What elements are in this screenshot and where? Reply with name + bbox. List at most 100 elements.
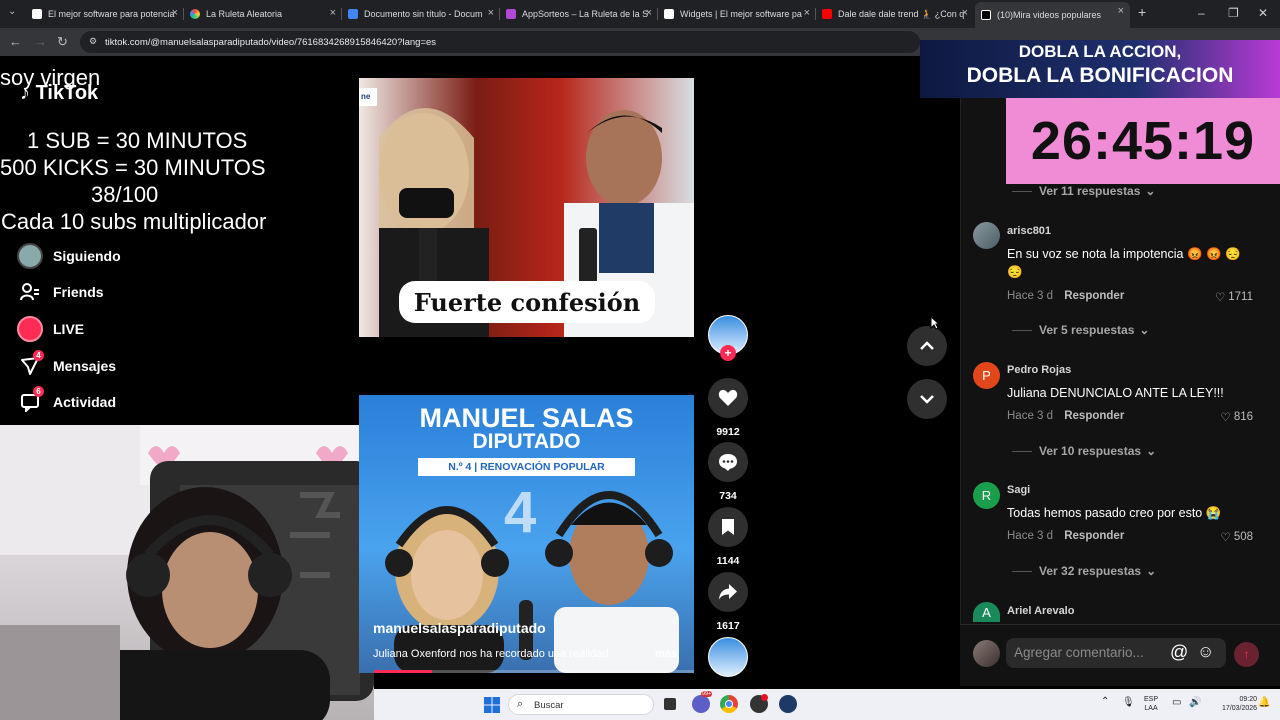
- avatar-icon: [16, 242, 44, 270]
- site-info-icon[interactable]: ⚙: [89, 36, 97, 47]
- comment-input[interactable]: Agregar comentario... @ ☺: [1006, 638, 1226, 668]
- clock-time: 09:20: [1239, 696, 1258, 703]
- video-current[interactable]: MANUEL SALAS DIPUTADO N.º 4 | RENOVACIÓN…: [359, 395, 694, 673]
- reply-button[interactable]: Responder: [1064, 290, 1124, 302]
- tiktok-icon: [981, 10, 991, 20]
- close-icon[interactable]: ×: [172, 7, 178, 19]
- tab-3[interactable]: Documento sin título - Docum ×: [348, 4, 496, 24]
- comment-like-button[interactable]: ♡ 508: [1221, 530, 1254, 544]
- reply-button[interactable]: Responder: [1064, 410, 1124, 422]
- comment-avatar[interactable]: [973, 222, 1000, 249]
- view-replies-button[interactable]: Ver 5 respuestas ⌄: [1012, 323, 1149, 337]
- steam-icon[interactable]: [779, 695, 797, 713]
- view-replies-button[interactable]: Ver 10 respuestas ⌄: [1012, 444, 1156, 458]
- close-icon[interactable]: ×: [962, 7, 968, 19]
- tab-label: Dale dale dale trend 🧎 ¿Con q: [838, 8, 965, 19]
- comment-avatar[interactable]: P: [973, 362, 1000, 389]
- comment-username[interactable]: Ariel Arevalo: [1007, 605, 1074, 617]
- view-replies-button[interactable]: Ver 32 respuestas ⌄: [1012, 564, 1156, 578]
- close-icon[interactable]: ×: [804, 7, 810, 19]
- chat-icon[interactable]: 99+: [692, 691, 713, 713]
- windows-start-icon[interactable]: [484, 697, 500, 713]
- window-close-icon[interactable]: ✕: [1258, 6, 1268, 20]
- author-avatar-button[interactable]: +: [708, 315, 748, 361]
- post-comment-button[interactable]: ↑: [1234, 642, 1259, 667]
- view-replies-button[interactable]: Ver 11 respuestas ⌄: [1012, 184, 1155, 198]
- forward-icon[interactable]: →: [34, 34, 47, 49]
- tab-2[interactable]: La Ruleta Aleatoria ×: [190, 4, 338, 24]
- comment-count: 734: [719, 490, 737, 502]
- nav-siguiendo[interactable]: Siguiendo: [16, 242, 121, 270]
- volume-icon[interactable]: 🔊: [1189, 698, 1201, 708]
- comment-username[interactable]: arisc801: [1007, 225, 1051, 237]
- docs-icon: [348, 9, 358, 19]
- close-icon[interactable]: ×: [646, 7, 652, 19]
- comment-button[interactable]: 734: [708, 442, 748, 502]
- new-tab-button[interactable]: +: [1138, 4, 1146, 20]
- comment-avatar[interactable]: R: [973, 482, 1000, 509]
- nav-mensajes[interactable]: 4 Mensajes: [16, 350, 116, 380]
- countdown-timer: 26:45:19: [1006, 98, 1280, 184]
- close-icon[interactable]: ×: [330, 7, 336, 19]
- tab-label: El mejor software para potencia: [48, 9, 175, 19]
- tab-6[interactable]: Dale dale dale trend 🧎 ¿Con q ×: [822, 4, 970, 24]
- close-icon[interactable]: ×: [1118, 5, 1124, 17]
- notification-icon[interactable]: 🔔: [1258, 698, 1270, 708]
- nav-live[interactable]: LIVE: [16, 315, 84, 343]
- video-previous[interactable]: ne Fuerte confesión: [359, 78, 694, 337]
- overlay-line-2: 500 KICKS = 30 MINUTOS: [0, 155, 266, 180]
- chevron-up-icon[interactable]: ⌃: [1101, 697, 1109, 707]
- tab-search-icon[interactable]: ⌄: [8, 6, 16, 17]
- chevron-down-icon: [920, 395, 934, 404]
- nav-actividad[interactable]: 6 Actividad: [16, 386, 116, 416]
- next-author-avatar[interactable]: [708, 637, 748, 677]
- reply-button[interactable]: Responder: [1064, 530, 1124, 542]
- heart-icon: [708, 378, 748, 418]
- tab-5[interactable]: Widgets | El mejor software pa ×: [664, 4, 812, 24]
- next-video-button[interactable]: [907, 379, 947, 419]
- comment-username[interactable]: Sagi: [1007, 484, 1030, 496]
- chrome-icon[interactable]: [720, 695, 738, 713]
- like-button[interactable]: 9912: [708, 378, 748, 438]
- save-button[interactable]: 1144: [708, 507, 748, 567]
- video-progress-bar[interactable]: [374, 670, 694, 673]
- network-icon[interactable]: ▭: [1172, 698, 1181, 708]
- minimize-icon[interactable]: –: [1198, 6, 1205, 20]
- tab-label: Widgets | El mejor software pa: [680, 9, 802, 19]
- comment-meta: Hace 3 d Responder: [1007, 290, 1124, 302]
- obs-icon[interactable]: [750, 694, 768, 713]
- comment-avatar[interactable]: A: [973, 602, 1000, 622]
- back-icon[interactable]: ←: [9, 34, 22, 49]
- tab-label: La Ruleta Aleatoria: [206, 9, 283, 19]
- taskbar-search[interactable]: ⌕ Buscar: [508, 694, 654, 715]
- webcam-image: [0, 425, 374, 720]
- tab-1[interactable]: El mejor software para potencia ×: [32, 4, 180, 24]
- microphone-icon[interactable]: 🎙: [1122, 698, 1135, 708]
- reload-icon[interactable]: ↻: [57, 34, 68, 50]
- tab-4[interactable]: AppSorteos – La Ruleta de la S ×: [506, 4, 654, 24]
- task-view-icon[interactable]: [664, 698, 676, 710]
- comment-time: Hace 3 d: [1007, 410, 1054, 422]
- close-icon[interactable]: ×: [488, 7, 494, 19]
- comment-like-count: 508: [1233, 531, 1253, 543]
- follow-plus-icon[interactable]: +: [720, 345, 736, 361]
- comment-username[interactable]: Pedro Rojas: [1007, 364, 1071, 376]
- emoji-icon[interactable]: ☺: [1197, 642, 1214, 662]
- comment-like-count: 1711: [1228, 291, 1253, 303]
- more-link[interactable]: más: [655, 648, 677, 660]
- video-author[interactable]: manuelsalasparadiputado: [373, 620, 546, 636]
- previous-video-button[interactable]: [907, 326, 947, 366]
- maximize-icon[interactable]: ❐: [1228, 6, 1239, 20]
- tiktok-logo[interactable]: ♪ TikTok: [20, 82, 98, 105]
- comment-like-button[interactable]: ♡ 1711: [1215, 290, 1253, 304]
- share-button[interactable]: 1617: [708, 572, 748, 632]
- mention-icon[interactable]: @: [1170, 642, 1188, 663]
- tab-7-active[interactable]: (10)Mira videos populares ×: [975, 2, 1130, 28]
- language-indicator[interactable]: ESP LAA: [1144, 695, 1158, 713]
- nav-friends[interactable]: Friends: [16, 278, 104, 306]
- comment-like-button[interactable]: ♡ 816: [1221, 410, 1254, 424]
- comment-icon: [708, 442, 748, 482]
- url-input[interactable]: ⚙ tiktok.com/@manuelsalasparadiputado/vi…: [80, 31, 920, 53]
- clock[interactable]: 09:20 17/03/2026: [1222, 695, 1257, 713]
- chevron-down-icon: ⌄: [1145, 184, 1156, 198]
